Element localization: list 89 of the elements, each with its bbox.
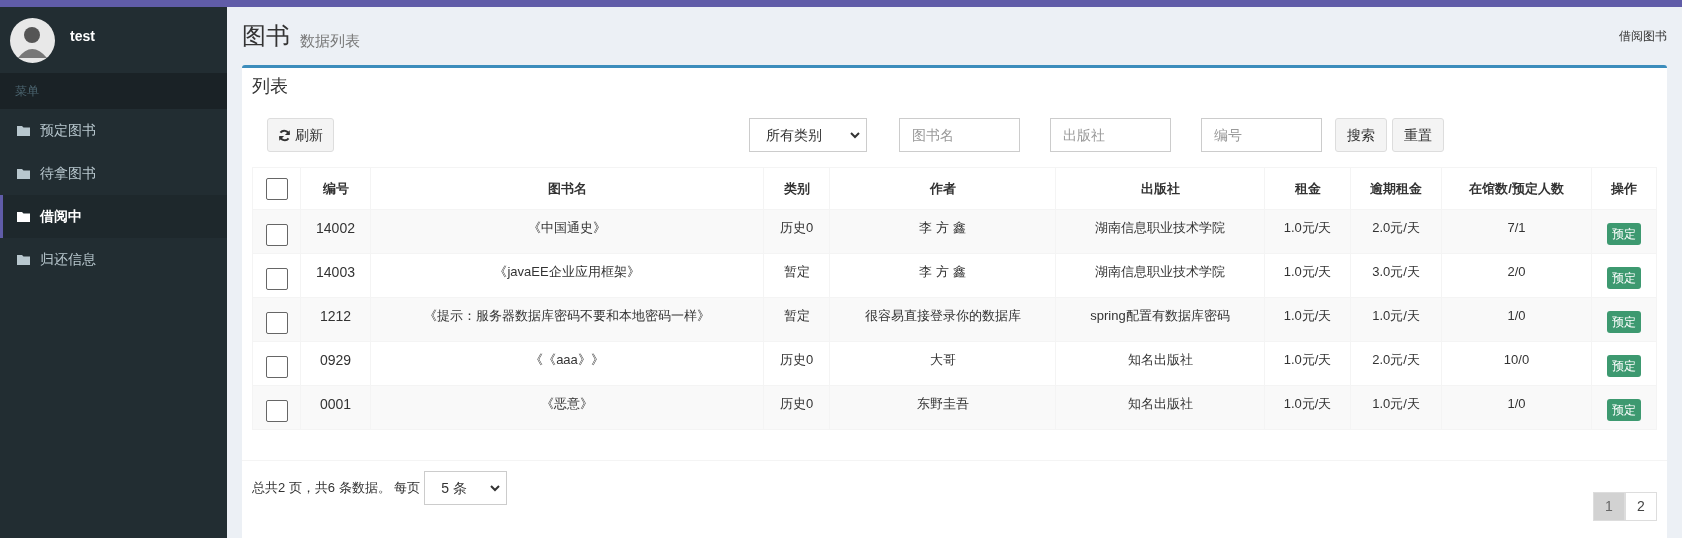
table-cell: 《javaEE企业应用框架》 <box>494 264 640 279</box>
table-cell: 大哥 <box>929 352 956 367</box>
search-field[interactable]: 图书名 <box>899 118 1020 152</box>
sidebar-item[interactable]: 借阅中 <box>0 195 227 238</box>
table-cell: 14003 <box>316 264 355 280</box>
reserve-button[interactable]: 预定 <box>1607 222 1641 245</box>
sidebar-item[interactable]: 归还信息 <box>0 238 227 281</box>
chevron-down-icon <box>850 131 860 139</box>
table-cell: 1212 <box>319 308 352 324</box>
table-cell: 0001 <box>319 396 352 412</box>
table-cell: 2.0元/天 <box>1372 220 1420 235</box>
table-cell: 《提示：服务器数据库密码不要和本地密码一样》 <box>424 308 710 323</box>
checkbox[interactable] <box>265 311 288 334</box>
table-cell: 1/0 <box>1507 396 1526 411</box>
page-title: 图书 <box>242 24 290 48</box>
table-cell: 7/1 <box>1507 220 1526 235</box>
breadcrumb: 借阅图书 <box>1619 28 1667 45</box>
table-cell: 1.0元/天 <box>1283 396 1332 411</box>
table-cell: 1.0元/天 <box>1283 220 1332 235</box>
table-cell: 湖南信息职业技术学院 <box>1095 220 1225 235</box>
column-header: 类别 <box>783 180 810 196</box>
table-cell: 3.0元/天 <box>1372 264 1420 279</box>
folder-icon <box>17 211 30 222</box>
checkbox[interactable] <box>265 355 288 378</box>
table-cell: 1/0 <box>1507 308 1526 323</box>
table-cell: 2/0 <box>1507 264 1526 279</box>
reserve-button[interactable]: 预定 <box>1607 310 1641 333</box>
column-header: 图书名 <box>547 180 587 196</box>
chevron-down-icon <box>490 484 501 492</box>
table-cell: 0929 <box>319 352 352 368</box>
user-name: test <box>70 27 95 46</box>
table-cell: spring配置有数据库密码 <box>1090 308 1230 323</box>
table-cell: 知名出版社 <box>1127 396 1193 411</box>
table-cell: 知名出版社 <box>1127 352 1193 367</box>
reserve-button[interactable]: 预定 <box>1607 398 1641 421</box>
table-cell: 1.0元/天 <box>1283 264 1332 279</box>
table-cell: 10/0 <box>1503 352 1530 367</box>
table-cell: 《中国通史》 <box>528 220 606 235</box>
page-button[interactable]: 1 <box>1593 492 1625 521</box>
refresh-icon <box>278 128 291 142</box>
table-cell: 湖南信息职业技术学院 <box>1095 264 1225 279</box>
column-header: 操作 <box>1611 180 1637 196</box>
column-header: 租金 <box>1294 180 1321 196</box>
column-header: 逾期租金 <box>1370 180 1422 196</box>
category-select[interactable]: 所有类别 <box>749 118 867 152</box>
search-field[interactable]: 出版社 <box>1050 118 1171 152</box>
avatar-icon <box>10 18 55 63</box>
table-cell: 历史0 <box>779 220 814 235</box>
refresh-button[interactable]: 刷新 <box>267 118 334 152</box>
page-button[interactable]: 2 <box>1625 492 1657 521</box>
search-field[interactable]: 编号 <box>1201 118 1322 152</box>
table-cell: 历史0 <box>779 352 814 367</box>
table-cell: 1.0元/天 <box>1372 308 1420 323</box>
table-cell: 《恶意》 <box>541 396 593 411</box>
table-cell: 暂定 <box>783 264 810 279</box>
column-header: 在馆数/预定人数 <box>1469 180 1564 196</box>
column-header: 作者 <box>929 180 956 196</box>
card-title: 列表 <box>252 74 288 98</box>
table-cell: 1.0元/天 <box>1283 352 1332 367</box>
checkbox[interactable] <box>265 177 288 200</box>
table-cell: 1.0元/天 <box>1283 308 1332 323</box>
table-cell: 1.0元/天 <box>1372 396 1420 411</box>
folder-icon <box>17 168 30 179</box>
toolbar-button[interactable]: 重置 <box>1392 118 1444 152</box>
table-cell: 很容易直接登录你的数据库 <box>864 308 1021 323</box>
table-cell: 暂定 <box>783 308 810 323</box>
page-subtitle: 数据列表 <box>300 33 360 48</box>
table-cell: 《《aaa》》 <box>530 352 604 367</box>
table-cell: 李 方 鑫 <box>919 264 966 279</box>
toolbar-button[interactable]: 搜索 <box>1335 118 1387 152</box>
menu-header: 菜单 <box>15 83 39 100</box>
table-cell: 李 方 鑫 <box>919 220 966 235</box>
column-header: 编号 <box>322 180 349 196</box>
table-cell: 2.0元/天 <box>1372 352 1420 367</box>
checkbox[interactable] <box>265 223 288 246</box>
table-cell: 历史0 <box>779 396 814 411</box>
table-cell: 东野圭吾 <box>916 396 969 411</box>
folder-icon <box>17 125 30 136</box>
sidebar-item[interactable]: 待拿图书 <box>0 152 227 195</box>
per-page-select[interactable]: 5 条 <box>424 471 508 505</box>
reserve-button[interactable]: 预定 <box>1607 354 1641 377</box>
reserve-button[interactable]: 预定 <box>1607 266 1641 289</box>
folder-icon <box>17 254 30 265</box>
pagination-summary: 总共2 页，共6 条数据。 每页 <box>252 479 421 498</box>
checkbox[interactable] <box>265 399 288 422</box>
column-header: 出版社 <box>1140 180 1180 196</box>
sidebar-item[interactable]: 预定图书 <box>0 109 227 152</box>
table-cell: 14002 <box>316 220 355 236</box>
checkbox[interactable] <box>265 267 288 290</box>
